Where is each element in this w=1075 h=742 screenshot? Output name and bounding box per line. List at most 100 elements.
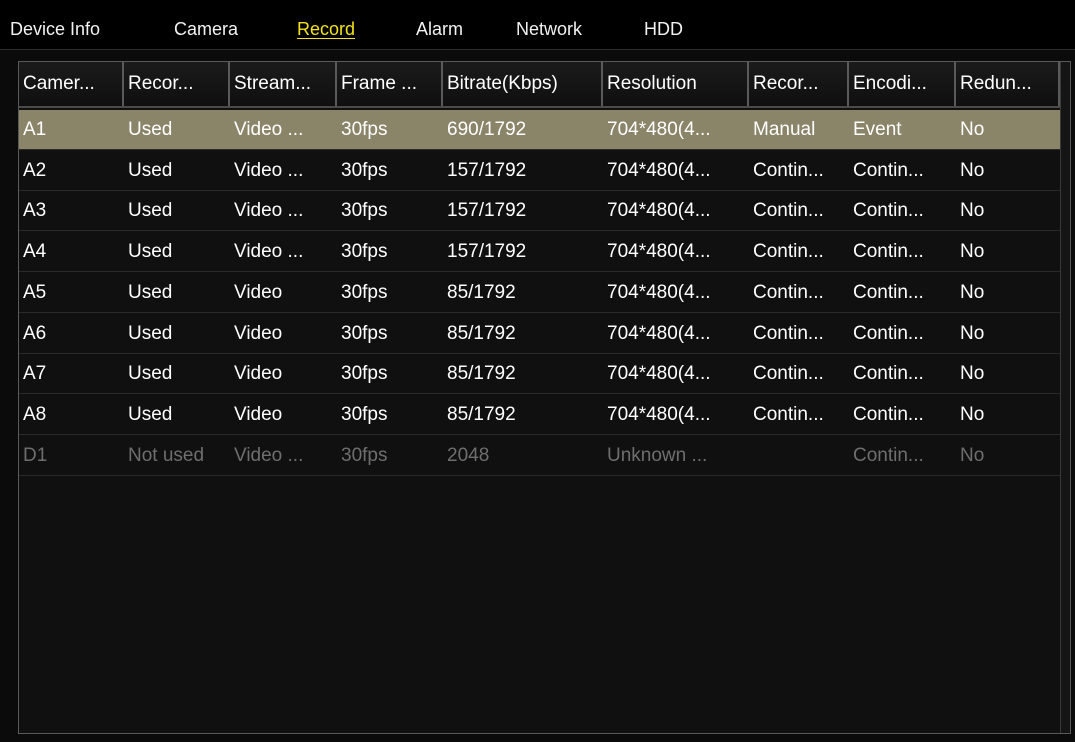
frame-rate-cell: 30fps [341,322,388,344]
table-row[interactable]: D1 Not used Video ... 30fps 2048 Unknown ... C… [19,436,1070,476]
camera-cell: A8 [23,403,47,425]
resolution-cell: 704*480(4... [607,159,711,181]
record-mode-cell: Contin... [753,281,824,303]
record-status-cell: Used [128,363,173,385]
redundancy-cell: No [960,403,985,425]
encoding-cell: Contin... [853,241,924,263]
bitrate-cell: 157/1792 [447,159,527,181]
frame-rate-cell: 30fps [341,403,388,425]
resolution-cell: 704*480(4... [607,281,711,303]
stream-type-cell: Video [234,322,283,344]
bitrate-cell: 85/1792 [447,322,516,344]
camera-cell: A7 [23,363,47,385]
column-header-frame-rate[interactable]: Frame ... [337,62,443,106]
frame-rate-cell: 30fps [341,119,388,140]
record-mode-cell: Contin... [753,322,824,344]
record-status-cell: Used [128,322,173,344]
stream-type-cell: Video ... [234,241,304,263]
table-row[interactable]: A6 Used Video 30fps 85/1792 704*480(4... Conti… [19,314,1070,354]
frame-rate-cell: 30fps [341,444,388,466]
redundancy-cell: No [960,159,985,181]
column-header-record-mode[interactable]: Recor... [749,62,849,106]
encoding-cell: Contin... [853,200,924,222]
bitrate-cell: 690/1792 [447,119,527,140]
redundancy-cell: No [960,241,985,263]
tab-alarm[interactable]: Alarm [416,18,463,40]
camera-cell: D1 [23,444,48,466]
vertical-scrollbar[interactable] [1060,62,1070,733]
camera-cell: A5 [23,281,47,303]
record-mode-cell: Contin... [753,200,824,222]
encoding-cell: Contin... [853,159,924,181]
camera-cell: A2 [23,159,47,181]
record-table: Camer... Recor... Stream... Frame ... Bi… [18,61,1071,734]
frame-rate-cell: 30fps [341,281,388,303]
stream-type-cell: Video ... [234,159,304,181]
bitrate-cell: 2048 [447,444,490,466]
column-header-camera[interactable]: Camer... [19,62,124,106]
frame-rate-cell: 30fps [341,363,388,385]
column-header-record-status[interactable]: Recor... [124,62,230,106]
frame-rate-cell: 30fps [341,159,388,181]
frame-rate-cell: 30fps [341,241,388,263]
table-row[interactable]: A3 Used Video ... 30fps 157/1792 704*480(4...… [19,191,1070,232]
resolution-cell: 704*480(4... [607,241,711,263]
record-status-cell: Used [128,119,173,140]
redundancy-cell: No [960,363,985,385]
camera-cell: A6 [23,322,47,344]
bitrate-cell: 157/1792 [447,200,527,222]
table-row[interactable]: A4 Used Video ... 30fps 157/1792 704*480(4...… [19,232,1070,273]
column-header-bitrate[interactable]: Bitrate(Kbps) [443,62,603,106]
column-header-stream-type[interactable]: Stream... [230,62,337,106]
camera-cell: A4 [23,241,47,263]
table-row[interactable]: A5 Used Video 30fps 85/1792 704*480(4... Conti… [19,273,1070,313]
resolution-cell: 704*480(4... [607,200,711,222]
camera-cell: A3 [23,200,47,222]
resolution-cell: 704*480(4... [607,119,711,140]
column-header-encoding[interactable]: Encodi... [849,62,956,106]
encoding-cell: Contin... [853,444,924,466]
camera-cell: A1 [23,119,47,140]
encoding-cell: Contin... [853,281,924,303]
column-header-redundancy[interactable]: Redun... [956,62,1060,106]
table-row[interactable]: A7 Used Video 30fps 85/1792 704*480(4... Conti… [19,354,1070,395]
resolution-cell: 704*480(4... [607,363,711,385]
tab-hdd[interactable]: HDD [644,18,683,40]
table-row[interactable]: A8 Used Video 30fps 85/1792 704*480(4... Conti… [19,395,1070,435]
redundancy-cell: No [960,444,985,466]
record-status-cell: Used [128,200,173,222]
tab-camera[interactable]: Camera [174,18,238,40]
redundancy-cell: No [960,200,985,222]
tab-device-info[interactable]: Device Info [10,18,100,40]
stream-type-cell: Video ... [234,444,304,466]
tab-record[interactable]: Record [297,18,355,40]
tab-bar: Device Info Camera Record Alarm Network … [0,0,1075,50]
bitrate-cell: 157/1792 [447,241,527,263]
record-status-cell: Used [128,403,173,425]
bitrate-cell: 85/1792 [447,363,516,385]
bitrate-cell: 85/1792 [447,403,516,425]
record-mode-cell: Manual [753,119,816,140]
record-mode-cell: Contin... [753,159,824,181]
encoding-cell: Contin... [853,322,924,344]
record-status-cell: Used [128,281,173,303]
resolution-cell: Unknown ... [607,444,708,466]
resolution-cell: 704*480(4... [607,322,711,344]
encoding-cell: Contin... [853,403,924,425]
bitrate-cell: 85/1792 [447,281,516,303]
record-status-cell: Not used [128,444,205,466]
table-row[interactable]: A2 Used Video ... 30fps 157/1792 704*480(4...… [19,151,1070,191]
table-row[interactable]: A1 Used Video ... 30fps 690/1792 704*480(4...… [19,110,1070,150]
tab-network[interactable]: Network [516,18,582,40]
record-mode-cell [749,436,849,476]
stream-type-cell: Video [234,281,283,303]
record-status-cell: Used [128,241,173,263]
record-mode-cell: Contin... [753,241,824,263]
redundancy-cell: No [960,322,985,344]
resolution-cell: 704*480(4... [607,403,711,425]
record-status-cell: Used [128,159,173,181]
redundancy-cell: No [960,119,985,140]
encoding-cell: Event [853,119,902,140]
stream-type-cell: Video [234,403,283,425]
column-header-resolution[interactable]: Resolution [603,62,749,106]
